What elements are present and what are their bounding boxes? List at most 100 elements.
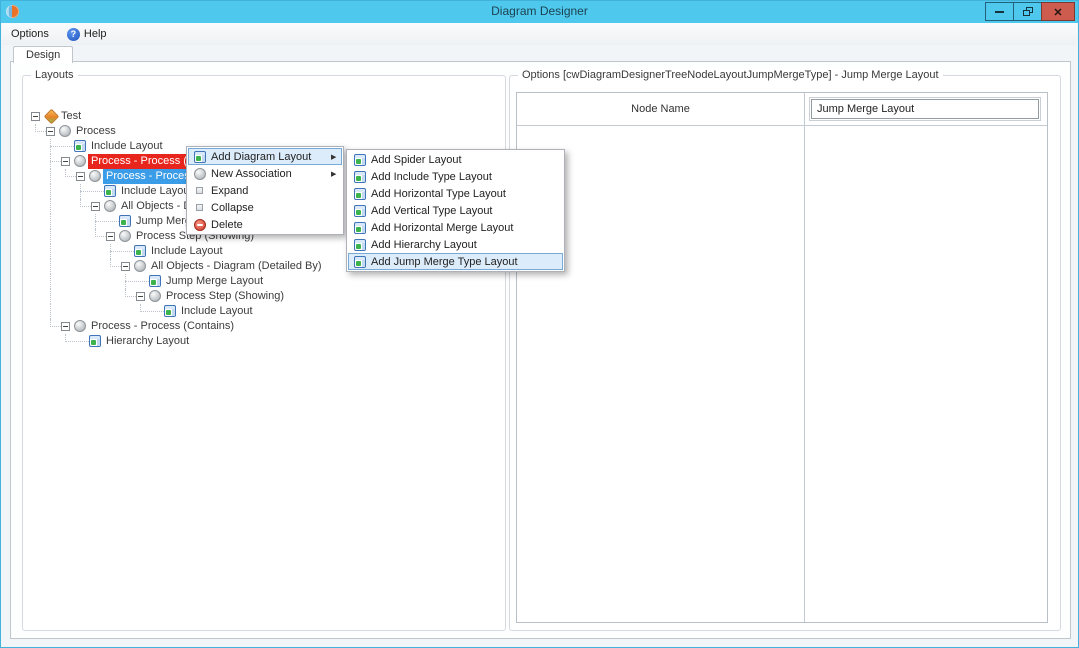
- help-icon: ?: [67, 28, 80, 41]
- tree-guide-line: [50, 199, 51, 214]
- menu-item-label: Add Jump Merge Type Layout: [371, 256, 552, 268]
- tree-expander-collapse[interactable]: [121, 262, 130, 271]
- tree-item-label[interactable]: Include Layout: [148, 244, 226, 259]
- submenu-item-add-horizontal-merge-layout[interactable]: Add Horizontal Merge Layout: [348, 219, 563, 236]
- tree-item[interactable]: Jump Merge Layout: [24, 274, 504, 289]
- layout-icon: [134, 245, 146, 257]
- tree-item[interactable]: Hierarchy Layout: [24, 334, 504, 349]
- menu-help[interactable]: ? Help: [58, 23, 116, 45]
- tree-guide-stub: [50, 326, 61, 327]
- tree-item-label[interactable]: Include Layout: [88, 139, 166, 154]
- tree-expander-collapse[interactable]: [31, 112, 40, 121]
- menu-item-label: Add Vertical Type Layout: [371, 205, 552, 217]
- tree-guide-line: [50, 169, 51, 184]
- process-icon: [89, 170, 101, 182]
- tab-strip: Design: [13, 46, 73, 62]
- menu-item-icon-slot: [348, 222, 371, 234]
- tree-item-label[interactable]: All Objects - Diagram (Detailed By): [148, 259, 325, 274]
- tree-item-label[interactable]: Include Layout: [118, 184, 196, 199]
- tree-item-label[interactable]: Process - Process (Contains): [88, 319, 237, 334]
- layout-icon: [354, 171, 366, 183]
- submenu-item-add-hierarchy-layout[interactable]: Add Hierarchy Layout: [348, 236, 563, 253]
- tree-guide-stub: [125, 296, 136, 297]
- tree-item-label[interactable]: Jump Merge Layout: [163, 274, 266, 289]
- menu-item-icon-slot: [188, 168, 211, 180]
- close-icon: [1053, 3, 1062, 21]
- tree-item-label[interactable]: Hierarchy Layout: [103, 334, 192, 349]
- submenu-item-add-include-type-layout[interactable]: Add Include Type Layout: [348, 168, 563, 185]
- process-icon: [134, 260, 146, 272]
- process-icon: [104, 200, 116, 212]
- menu-item-icon-slot: [188, 151, 211, 163]
- context-menu-item-delete[interactable]: Delete: [188, 216, 342, 233]
- node-name-input[interactable]: [811, 99, 1039, 119]
- tree-guide-line: [50, 304, 51, 319]
- tree-guide-line: [50, 259, 51, 274]
- tree-item[interactable]: Include Layout: [24, 304, 504, 319]
- tree-expander-collapse[interactable]: [61, 322, 70, 331]
- tree-expander-collapse[interactable]: [46, 127, 55, 136]
- tree-expander-collapse[interactable]: [76, 172, 85, 181]
- tree-item-label[interactable]: Include Layout: [178, 304, 256, 319]
- layout-icon: [104, 185, 116, 197]
- menu-item-icon-slot: [188, 204, 211, 211]
- close-button[interactable]: [1041, 2, 1075, 21]
- tree-expander-collapse[interactable]: [91, 202, 100, 211]
- context-menu-item-new-association[interactable]: New Association▶: [188, 165, 342, 182]
- node-name-column-header: Node Name: [517, 93, 804, 125]
- title-bar: Diagram Designer: [1, 1, 1078, 23]
- menu-options[interactable]: Options: [2, 23, 58, 45]
- tree-expander-collapse[interactable]: [61, 157, 70, 166]
- context-menu-item-expand[interactable]: Expand: [188, 182, 342, 199]
- menu-item-icon-slot: [348, 188, 371, 200]
- menu-item-label: New Association: [211, 168, 331, 180]
- options-panel-title: Options [cwDiagramDesignerTreeNodeLayout…: [518, 69, 943, 81]
- tree-guide-stub: [110, 266, 121, 267]
- tree-item-label[interactable]: Test: [58, 109, 84, 124]
- menu-item-icon-slot: [348, 205, 371, 217]
- delete-icon: [194, 219, 206, 231]
- layout-icon: [354, 222, 366, 234]
- tree-item-label[interactable]: Process Step (Showing): [163, 289, 287, 304]
- process-icon: [59, 125, 71, 137]
- tree-item-label[interactable]: Process: [73, 124, 119, 139]
- tree-guide-stub: [50, 161, 61, 162]
- context-menu-item-collapse[interactable]: Collapse: [188, 199, 342, 216]
- restore-icon: [1023, 7, 1033, 16]
- tree-item-label[interactable]: Process - Process: [103, 169, 198, 184]
- tree-expander-collapse[interactable]: [136, 292, 145, 301]
- root-icon: [44, 109, 60, 125]
- menu-item-label: Add Spider Layout: [371, 154, 552, 166]
- tree-guide-line: [50, 184, 51, 199]
- submenu-arrow-icon: ▶: [331, 153, 342, 161]
- menu-item-label: Expand: [211, 185, 331, 197]
- tree-item[interactable]: Test: [24, 109, 504, 124]
- tree-item[interactable]: Process: [24, 124, 504, 139]
- tree-item[interactable]: Process - Process (Contains): [24, 319, 504, 334]
- tree-guide-line: [50, 274, 51, 289]
- tree-guide-stub: [95, 221, 119, 222]
- submenu-item-add-vertical-type-layout[interactable]: Add Vertical Type Layout: [348, 202, 563, 219]
- submenu-arrow-icon: ▶: [331, 170, 342, 178]
- submenu-item-add-spider-layout[interactable]: Add Spider Layout: [348, 151, 563, 168]
- submenu-item-add-jump-merge-type-layout[interactable]: Add Jump Merge Type Layout: [348, 253, 563, 270]
- menu-item-icon-slot: [188, 219, 211, 231]
- restore-button[interactable]: [1013, 2, 1042, 21]
- menu-item-label: Add Horizontal Merge Layout: [371, 222, 552, 234]
- menu-item-icon-slot: [348, 171, 371, 183]
- tree-expander-collapse[interactable]: [106, 232, 115, 241]
- tab-design[interactable]: Design: [13, 46, 73, 63]
- tree-item[interactable]: Process Step (Showing): [24, 289, 504, 304]
- layout-icon: [354, 154, 366, 166]
- tree-guide-stub: [50, 146, 74, 147]
- menu-item-label: Delete: [211, 219, 331, 231]
- layout-icon: [74, 140, 86, 152]
- context-menu-item-add-diagram-layout[interactable]: Add Diagram Layout▶: [188, 148, 342, 165]
- layout-icon: [354, 239, 366, 251]
- tree-context-menu: Add Diagram Layout▶New Association▶Expan…: [186, 146, 344, 235]
- submenu-item-add-horizontal-type-layout[interactable]: Add Horizontal Type Layout: [348, 185, 563, 202]
- layout-icon: [149, 275, 161, 287]
- minimize-button[interactable]: [985, 2, 1014, 21]
- menu-options-label: Options: [11, 28, 49, 40]
- layout-icon: [194, 151, 206, 163]
